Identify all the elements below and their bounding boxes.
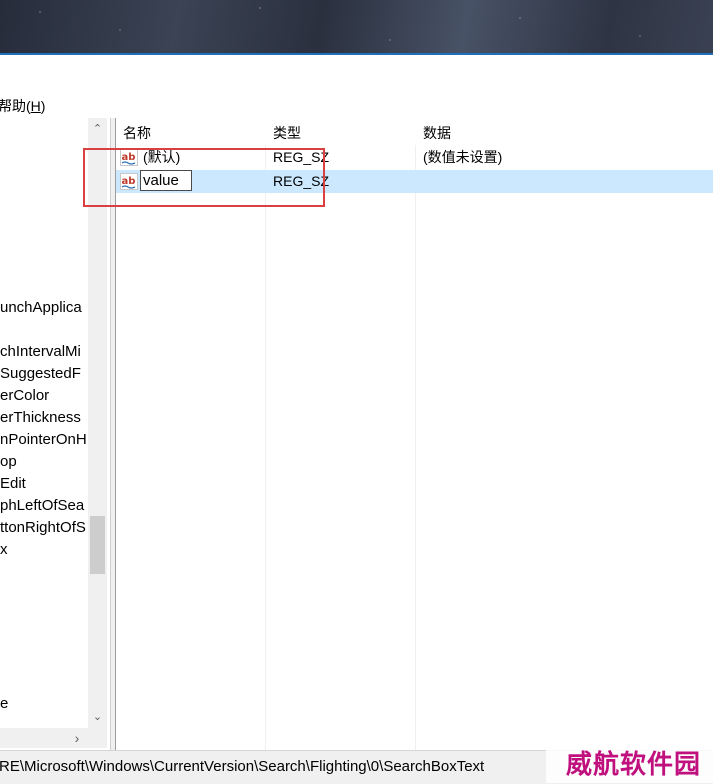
chevron-right-icon[interactable]: › — [67, 728, 87, 748]
tree-vertical-scrollbar[interactable]: ⌃ ⌄ — [88, 118, 107, 728]
list-header: 名称 类型 数据 — [116, 118, 713, 145]
value-data: (数值未设置) — [423, 149, 503, 165]
column-header-type[interactable]: 类型 — [273, 118, 301, 145]
title-bar — [0, 55, 713, 91]
registry-values-pane[interactable]: 名称 类型 数据 ab (默认) REG_SZ (数值未设置) ab REG_S… — [115, 118, 713, 750]
watermark-text: 威航软件园 — [566, 750, 702, 780]
column-header-name[interactable]: 名称 — [123, 118, 151, 145]
tree-item[interactable]: unchApplica — [0, 297, 82, 319]
tree-item[interactable]: chIntervalMi — [0, 341, 81, 363]
tree-horizontal-scrollbar[interactable]: › — [0, 728, 107, 748]
desktop-wallpaper — [0, 0, 713, 53]
tree-item[interactable]: x — [0, 539, 8, 561]
column-header-data[interactable]: 数据 — [423, 118, 451, 145]
tree-item[interactable]: Edit — [0, 473, 26, 495]
menu-bar: 帮助(H) — [0, 91, 713, 118]
ab-string-icon: ab — [120, 173, 138, 190]
chevron-up-icon[interactable]: ⌃ — [88, 120, 107, 139]
value-row-value[interactable]: ab REG_SZ — [116, 170, 713, 193]
menu-help-label: 帮助 — [0, 98, 26, 114]
tree-scroll-thumb[interactable] — [90, 516, 105, 574]
menu-item-help[interactable]: 帮助(H) — [0, 96, 45, 116]
column-divider — [265, 118, 266, 750]
tree-item[interactable]: erColor — [0, 385, 49, 407]
watermark: 威航软件园 — [546, 738, 713, 783]
chevron-down-icon[interactable]: ⌄ — [88, 708, 107, 727]
tree-item[interactable]: SuggestedF — [0, 363, 81, 385]
tree-item[interactable]: op — [0, 451, 17, 473]
svg-text:ab: ab — [122, 152, 136, 163]
value-type: REG_SZ — [273, 173, 330, 189]
svg-text:ab: ab — [122, 176, 136, 187]
tree-item[interactable]: ttonRightOfS — [0, 517, 86, 539]
tree-item[interactable]: e — [0, 693, 8, 715]
tree-item[interactable]: phLeftOfSea — [0, 495, 84, 517]
column-divider — [415, 118, 416, 750]
value-row-default[interactable]: ab (默认) REG_SZ (数值未设置) — [116, 146, 713, 169]
status-bar-path: RE\Microsoft\Windows\CurrentVersion\Sear… — [0, 758, 485, 775]
value-name: (默认) — [143, 149, 181, 165]
rename-value-input[interactable] — [140, 170, 192, 191]
tree-item[interactable]: nPointerOnH — [0, 429, 87, 451]
value-type: REG_SZ — [273, 149, 330, 165]
menu-help-mnemonic: H — [30, 98, 41, 114]
ab-string-icon: ab — [120, 149, 138, 166]
scrollbar-corner — [88, 728, 107, 748]
tree-item[interactable]: erThickness — [0, 407, 81, 429]
